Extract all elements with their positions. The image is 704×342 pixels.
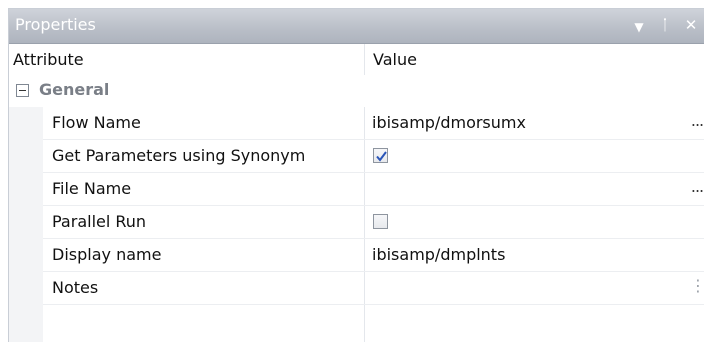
property-name: Get Parameters using Synonym [52, 146, 306, 165]
property-row-parallel-run[interactable]: Parallel Run [43, 206, 704, 239]
value-column-header[interactable]: Value [373, 50, 417, 69]
column-header: Attribute Value [9, 44, 704, 76]
property-row-notes[interactable]: Notes ⋮ [43, 272, 704, 305]
property-value[interactable]: ibisamp/dmplnts [372, 245, 505, 264]
panel-titlebar: Properties ▼ ᛙ ✕ [9, 9, 704, 44]
property-row-display-name[interactable]: Display name ibisamp/dmplnts [43, 239, 704, 272]
category-label: General [39, 80, 110, 99]
category-general[interactable]: General [9, 75, 704, 107]
checkbox-checked[interactable] [373, 148, 388, 163]
attribute-column-header[interactable]: Attribute [13, 50, 84, 69]
ellipsis-button[interactable]: ... [690, 177, 704, 196]
panel-title: Properties [15, 15, 96, 34]
properties-panel: Properties ▼ ᛙ ✕ Attribute Value General… [8, 8, 704, 342]
property-name: Notes [52, 278, 99, 297]
property-row-file-name[interactable]: File Name ... [43, 173, 704, 206]
property-row-flow-name[interactable]: Flow Name ibisamp/dmorsumx ... [43, 107, 704, 140]
property-row-get-parameters[interactable]: Get Parameters using Synonym [43, 140, 704, 173]
property-grid-margin [9, 107, 43, 342]
pin-icon[interactable]: ᛙ [656, 15, 674, 35]
close-icon[interactable]: ✕ [682, 15, 700, 35]
dropdown-icon[interactable]: ▼ [630, 17, 648, 37]
checkmark-icon [376, 151, 387, 162]
collapse-icon[interactable] [16, 84, 29, 97]
checkbox-unchecked[interactable] [373, 214, 388, 229]
property-name: Flow Name [52, 113, 141, 132]
property-value[interactable]: ibisamp/dmorsumx [372, 113, 526, 132]
property-name: Display name [52, 245, 162, 264]
property-name: File Name [52, 179, 132, 198]
more-options-icon[interactable]: ⋮ [690, 276, 704, 295]
ellipsis-button[interactable]: ... [690, 111, 704, 130]
property-name: Parallel Run [52, 212, 147, 231]
